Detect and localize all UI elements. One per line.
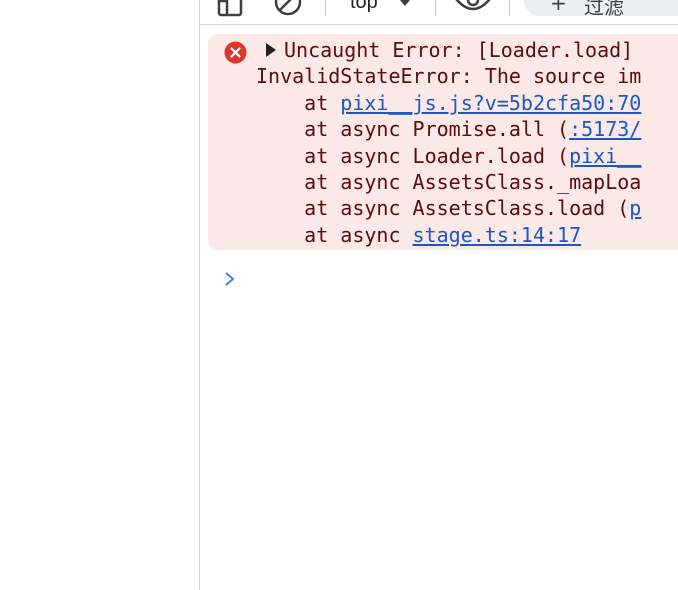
error-summary: Uncaught Error: [Loader.load] bbox=[284, 38, 634, 62]
stack-frame-prefix: at async AssetsClass.load bbox=[256, 196, 618, 220]
filter-add-icon: + bbox=[550, 0, 567, 15]
toolbar-separator bbox=[325, 0, 326, 16]
stack-frame-open: ( bbox=[557, 144, 570, 168]
stack-frame: at pixi__js.js?v=5b2cfa50:70 bbox=[256, 90, 641, 116]
error-message: InvalidStateError: The source im bbox=[256, 64, 642, 88]
stack-frame-link[interactable]: pixi__ bbox=[569, 144, 641, 168]
stack-frame-link[interactable]: stage.ts:14:17 bbox=[413, 223, 582, 247]
stack-frame: at async stage.ts:14:17 bbox=[256, 222, 581, 248]
stack-frame-prefix: at async bbox=[256, 223, 413, 247]
stack-frame-prefix: at async Loader.load bbox=[256, 144, 558, 168]
stack-frame: at async AssetsClass.load (p bbox=[256, 195, 641, 221]
stack-frame: at async AssetsClass._mapLoa bbox=[256, 169, 641, 195]
stack-frame-prefix: at bbox=[256, 91, 341, 115]
stack-frame-open: ( bbox=[557, 117, 570, 141]
stack-frame-link[interactable]: p bbox=[629, 196, 641, 220]
stack-frame: at async Promise.all (:5173/ bbox=[256, 116, 641, 142]
stack-frame-open: ( bbox=[617, 196, 630, 220]
stack-frame-prefix: at async Promise.all bbox=[256, 117, 558, 141]
chevron-right-icon[interactable] bbox=[223, 271, 237, 287]
toolbar-separator bbox=[435, 0, 436, 16]
left-panel bbox=[0, 0, 199, 590]
error-circle-icon bbox=[224, 41, 247, 64]
stack-frame: at async Loader.load (pixi__ bbox=[256, 143, 641, 169]
stack-frame-prefix: at async AssetsClass._mapLoa bbox=[256, 170, 642, 194]
chevron-down-icon[interactable] bbox=[400, 0, 410, 6]
context-selector[interactable]: top bbox=[350, 0, 378, 14]
stack-frame-link[interactable]: pixi__js.js?v=5b2cfa50:70 bbox=[340, 91, 641, 115]
eye-icon[interactable] bbox=[455, 0, 491, 18]
console-prompt-input[interactable] bbox=[248, 266, 668, 292]
filter-placeholder: 过滤 bbox=[584, 0, 624, 19]
panel-divider[interactable] bbox=[199, 0, 200, 590]
toolbar-border bbox=[200, 24, 678, 25]
clear-console-icon[interactable] bbox=[273, 0, 302, 18]
toolbar-separator bbox=[509, 0, 510, 16]
expand-triangle-icon[interactable] bbox=[266, 43, 276, 57]
sidebar-toggle-icon[interactable] bbox=[216, 0, 244, 18]
stack-frame-link[interactable]: :5173/ bbox=[569, 117, 641, 141]
